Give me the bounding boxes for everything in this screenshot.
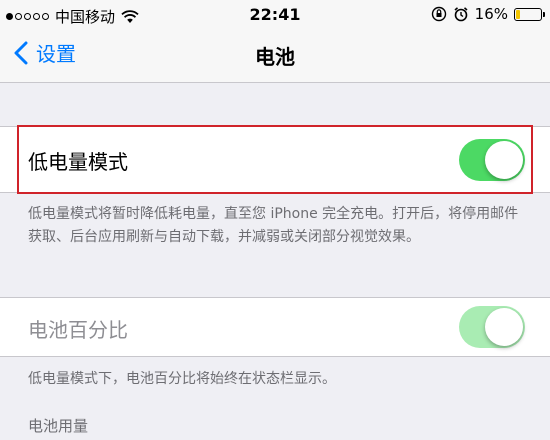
battery-icon xyxy=(514,7,545,21)
low-power-mode-description: 低电量模式将暂时降低耗电量，直至您 iPhone 完全充电。打开后，将停用邮件获… xyxy=(28,206,519,245)
orientation-lock-icon xyxy=(431,6,446,22)
status-bar: 中国移动 22:41 16% xyxy=(0,0,550,30)
battery-percentage-cell: 电池百分比 xyxy=(0,297,550,357)
battery-percentage-toggle[interactable] xyxy=(459,306,525,348)
battery-percentage-description: 低电量模式下，电池百分比将始终在状态栏显示。 xyxy=(28,371,336,387)
battery-usage-header: 电池用量 xyxy=(28,417,89,435)
alarm-icon xyxy=(454,7,468,22)
battery-percentage-label: 电池百分比 xyxy=(28,318,128,342)
status-right: 16% xyxy=(431,5,545,23)
toggle-knob xyxy=(485,308,523,346)
page-title: 电池 xyxy=(255,45,295,69)
highlight-annotation xyxy=(17,125,533,194)
battery-percent: 16% xyxy=(474,5,508,23)
navigation-bar: 设置 电池 xyxy=(0,30,550,83)
battery-level xyxy=(516,9,520,19)
